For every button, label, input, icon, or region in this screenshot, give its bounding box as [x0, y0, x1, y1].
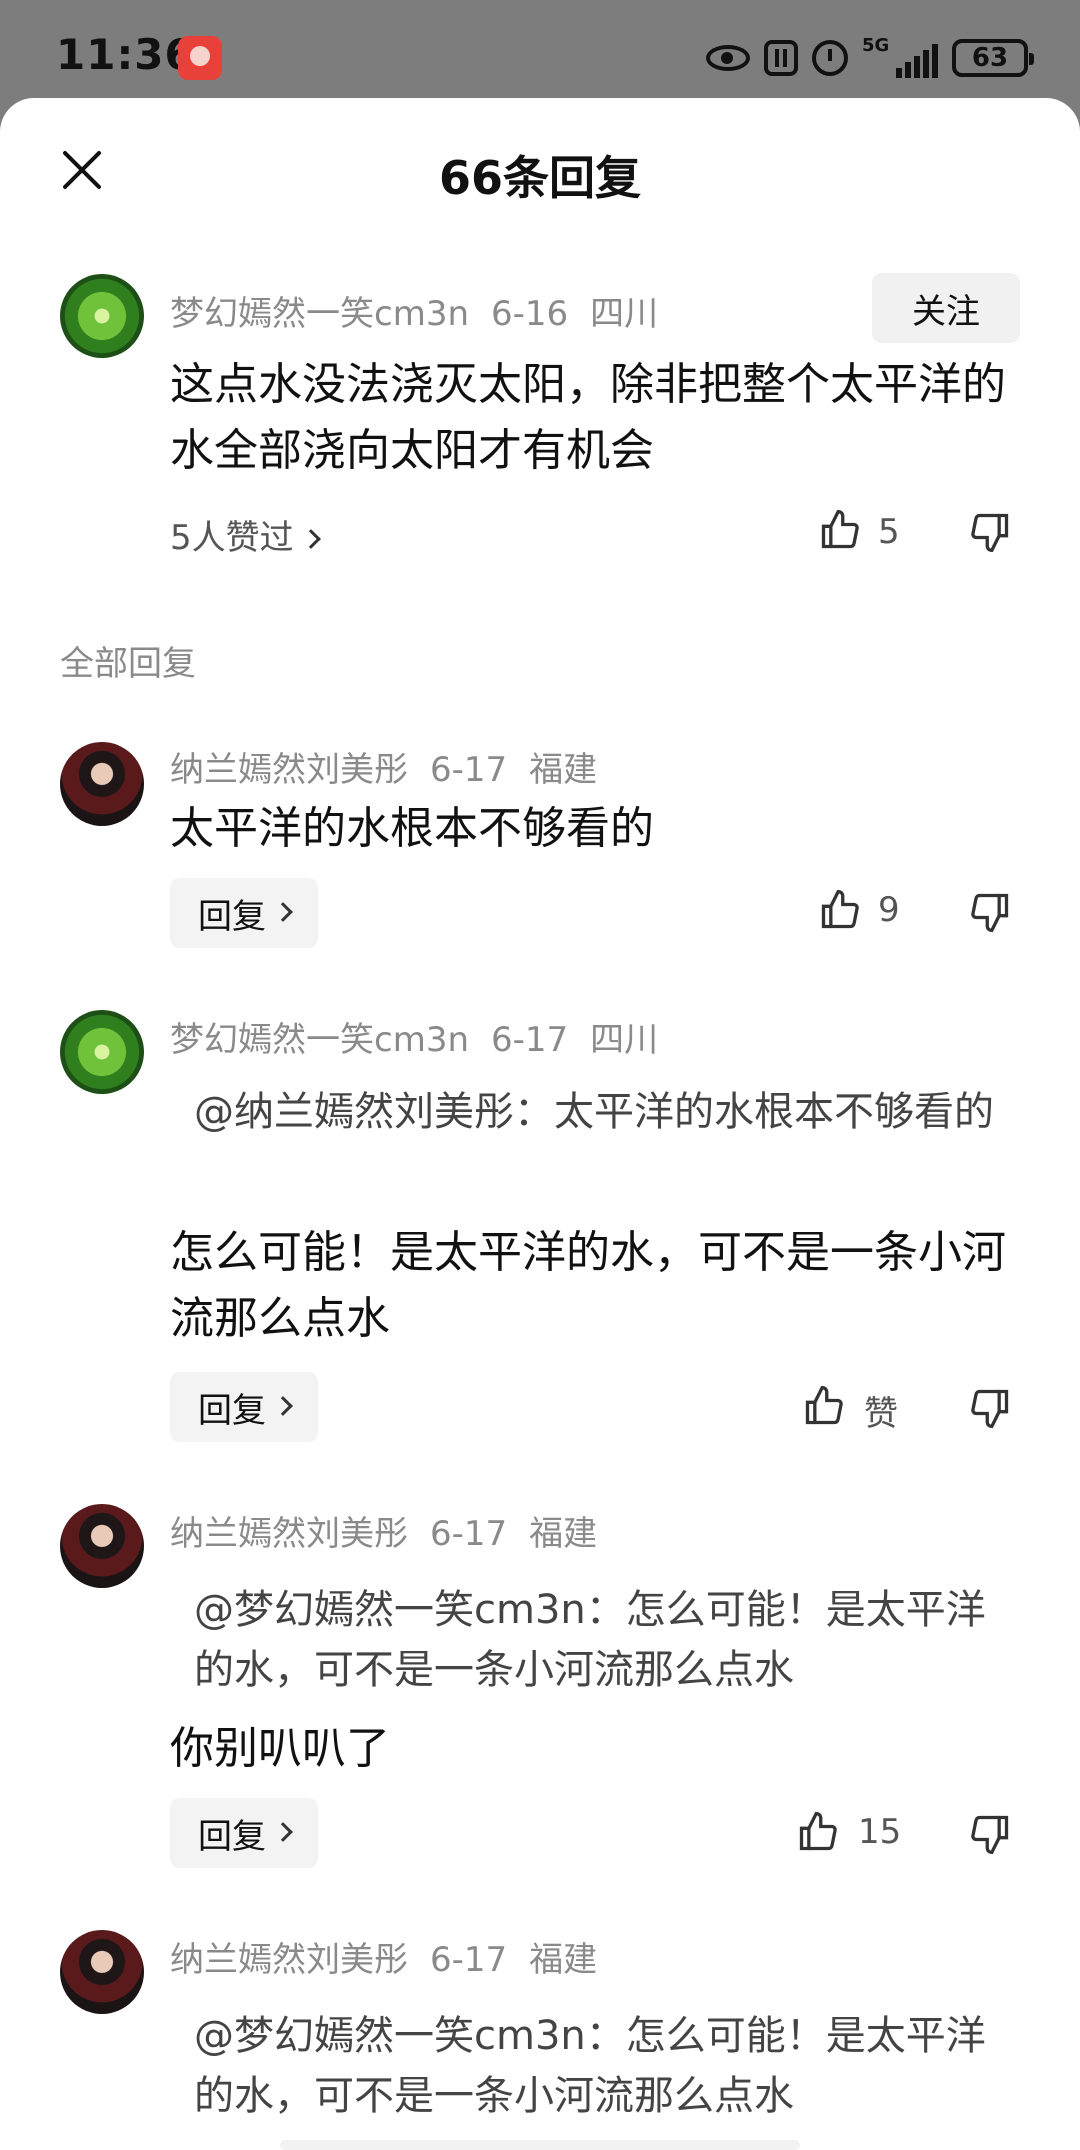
- username[interactable]: 纳兰嫣然刘美彤: [170, 1940, 408, 1980]
- like-count: 5: [878, 512, 900, 552]
- reply-location: 福建: [529, 1514, 598, 1554]
- comment-meta: 梦幻嫣然一笑cm3n 6-16 四川: [170, 286, 680, 335]
- reply-meta: 纳兰嫣然刘美彤 6-17 福建: [170, 742, 619, 791]
- eye-comfort-icon: [706, 45, 750, 71]
- reply-location: 福建: [529, 750, 598, 790]
- alarm-icon: [812, 40, 848, 76]
- reply-button-label: 回复: [198, 896, 266, 937]
- status-bar: 11:36 5G 63: [0, 0, 1080, 100]
- comment-text: 这点水没法浇灭太阳，除非把整个太平洋的水全部浇向太阳才有机会: [170, 359, 1006, 476]
- reply-button[interactable]: 回复: [170, 1798, 318, 1868]
- chevron-right-icon: [273, 1821, 293, 1842]
- status-icons: 5G 63: [706, 34, 1034, 82]
- reply-text: 怎么可能！是太平洋的水，可不是一条小河流那么点水: [170, 1227, 1006, 1344]
- reply-meta: 梦幻嫣然一笑cm3n 6-17 四川: [170, 1012, 680, 1061]
- reply-location: 四川: [590, 1020, 659, 1060]
- like-icon[interactable]: [818, 888, 862, 932]
- quoted-reply: @纳兰嫣然刘美彤：太平洋的水根本不够看的: [194, 1089, 994, 1135]
- reply-button-label: 回复: [198, 1390, 266, 1431]
- username[interactable]: 纳兰嫣然刘美彤: [170, 750, 408, 790]
- reply-button-label: 回复: [198, 1816, 266, 1857]
- like-count: 9: [878, 890, 900, 930]
- reply-date: 6-17: [430, 1514, 508, 1554]
- like-count: 15: [858, 1812, 902, 1852]
- dislike-icon[interactable]: [968, 1386, 1012, 1430]
- chevron-right-icon: [300, 529, 321, 549]
- like-count: 赞: [864, 1394, 898, 1434]
- app-notification-icon: [178, 36, 222, 80]
- reply-text: 你别叭叭了: [170, 1723, 390, 1774]
- reply-date: 6-17: [430, 1940, 508, 1980]
- chevron-right-icon: [273, 901, 293, 922]
- avatar[interactable]: [60, 1930, 144, 2014]
- avatar[interactable]: [60, 1504, 144, 1588]
- follow-button[interactable]: 关注: [872, 273, 1020, 343]
- reply-date: 6-17: [430, 750, 508, 790]
- dislike-icon[interactable]: [968, 1812, 1012, 1856]
- network-label: 5G: [862, 35, 890, 56]
- dislike-icon[interactable]: [968, 510, 1012, 554]
- like-icon[interactable]: [818, 508, 862, 552]
- quoted-reply: @梦幻嫣然一笑cm3n：怎么可能！是太平洋的水，可不是一条小河流那么点水: [194, 2013, 986, 2119]
- avatar[interactable]: [60, 1010, 144, 1094]
- reply-meta: 纳兰嫣然刘美彤 6-17 福建: [170, 1506, 619, 1555]
- like-icon[interactable]: [796, 1810, 840, 1854]
- reply-location: 福建: [529, 1940, 598, 1980]
- status-time: 11:36: [56, 30, 195, 79]
- chevron-right-icon: [273, 1395, 293, 1416]
- avatar[interactable]: [60, 274, 144, 358]
- dislike-icon[interactable]: [968, 890, 1012, 934]
- quoted-reply: @梦幻嫣然一笑cm3n：怎么可能！是太平洋的水，可不是一条小河流那么点水: [194, 1587, 986, 1693]
- username[interactable]: 梦幻嫣然一笑cm3n: [170, 294, 469, 334]
- battery-icon: 63: [952, 39, 1034, 77]
- home-indicator: [280, 2140, 800, 2150]
- battery-level: 63: [971, 43, 1009, 73]
- comment-date: 6-16: [491, 294, 569, 334]
- reply-text: 太平洋的水根本不够看的: [170, 803, 654, 854]
- reply-button[interactable]: 回复: [170, 878, 318, 948]
- liked-by-text: 5人赞过: [170, 518, 294, 558]
- like-icon[interactable]: [802, 1384, 846, 1428]
- avatar[interactable]: [60, 742, 144, 826]
- reply-date: 6-17: [491, 1020, 569, 1060]
- nfc-icon: [764, 40, 798, 76]
- comment-location: 四川: [590, 294, 659, 334]
- reply-button[interactable]: 回复: [170, 1372, 318, 1442]
- username[interactable]: 纳兰嫣然刘美彤: [170, 1514, 408, 1554]
- page-title: 66条回复: [438, 151, 641, 205]
- username[interactable]: 梦幻嫣然一笑cm3n: [170, 1020, 469, 1060]
- liked-by-link[interactable]: 5人赞过: [170, 510, 321, 559]
- reply-meta: 纳兰嫣然刘美彤 6-17 福建: [170, 1932, 619, 1981]
- signal-icon: 5G: [862, 35, 938, 78]
- section-all-replies: 全部回复: [60, 644, 196, 684]
